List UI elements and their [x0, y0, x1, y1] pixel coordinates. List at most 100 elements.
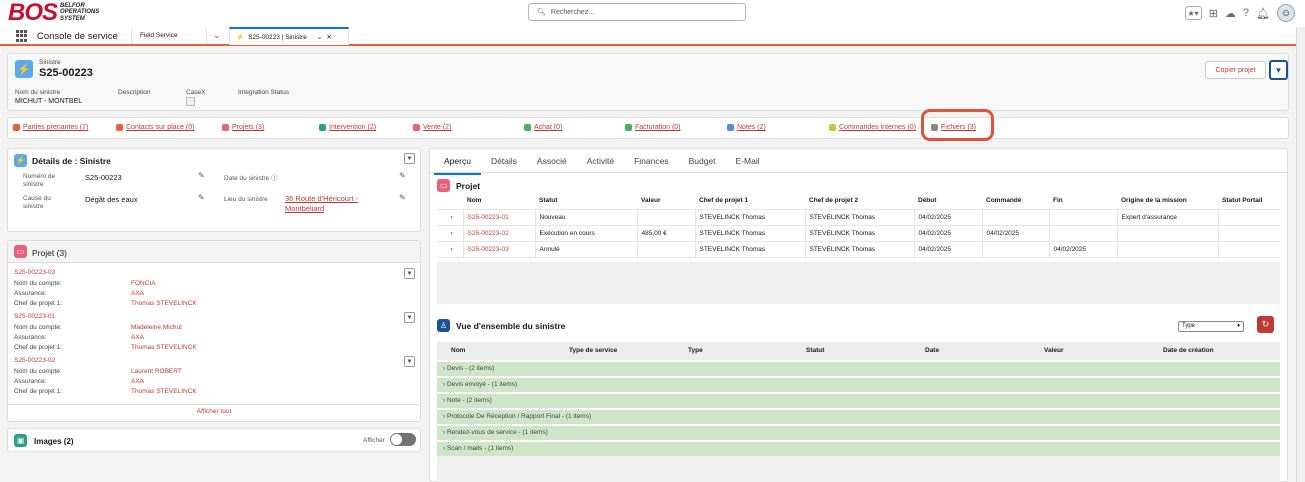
header-utilities: ★▾ ⊞ ☁ ? 🔔︎ ☺	[1184, 2, 1295, 24]
projets-card: ▭ Projet (3) S25-00223-03 Nom du compte:…	[7, 240, 421, 422]
toggle-label: Afficher	[363, 437, 385, 444]
card-title: Détails de : Sinistre	[32, 156, 111, 166]
help-icon[interactable]: ?	[1243, 7, 1249, 19]
expand-chevron-icon[interactable]: ›	[437, 224, 463, 241]
manager-link[interactable]: Thomas STEVELINCK	[131, 387, 197, 398]
related-link[interactable]: Intervention (2)	[319, 124, 376, 131]
insurer-link[interactable]: AXA	[131, 289, 144, 300]
edit-pencil-icon[interactable]: ✎	[198, 193, 205, 202]
table-row[interactable]: › S25-00223-03 Annulé STEVELINCK Thomas …	[437, 240, 1280, 258]
manager-link[interactable]: Thomas STEVELINCK	[131, 343, 197, 354]
type-select[interactable]: Type ♦	[1178, 321, 1244, 332]
column-header: Statut	[535, 193, 637, 209]
tab-sinistre-label: S25-00223 | Sinistre	[248, 33, 307, 41]
group-row[interactable]: › Rendez-vous de service - (1 items)	[437, 425, 1280, 440]
edit-pencil-icon[interactable]: ✎	[399, 171, 406, 180]
trailhead-icon[interactable]: ☁	[1225, 7, 1236, 20]
actions-dropdown-button[interactable]: ▼	[1269, 60, 1288, 80]
field-label: Nom du compte:	[14, 324, 62, 331]
related-link[interactable]: Projets (3)	[222, 124, 264, 131]
group-row[interactable]: › Scan / mails - (1 items)	[437, 441, 1280, 456]
related-link[interactable]: Commandes internes (0)	[829, 124, 916, 131]
lightning-icon: ⚡	[14, 154, 27, 167]
related-link[interactable]: Facturation (0)	[625, 124, 681, 131]
account-link[interactable]: Madeleine Michut	[131, 323, 182, 334]
project-link[interactable]: S25-00223-03	[462, 240, 535, 258]
edit-pencil-icon[interactable]: ✎	[198, 171, 205, 180]
edit-pencil-icon[interactable]: ✎	[399, 193, 406, 202]
related-link[interactable]: Vente (2)	[413, 124, 451, 131]
table-cell	[636, 208, 695, 225]
chevron-down-icon[interactable]: ▼	[404, 356, 415, 367]
manager-link[interactable]: Thomas STEVELINCK	[131, 299, 197, 310]
column-header: Date de création	[1163, 347, 1214, 354]
card-header	[8, 241, 420, 263]
close-icon[interactable]: ✕	[326, 33, 331, 41]
table-cell	[1116, 224, 1218, 241]
expand-chevron-icon[interactable]: ›	[437, 240, 463, 258]
chevron-down-icon[interactable]: ▼	[404, 268, 415, 279]
group-row[interactable]: › Devis - (2 items)	[437, 361, 1280, 376]
table-cell: Exécution en cours	[534, 224, 637, 241]
related-link[interactable]: Achat (0)	[524, 124, 562, 131]
global-search[interactable]: 🔍︎ Recherchez...	[528, 3, 746, 21]
group-row[interactable]: › Note - (2 items)	[437, 393, 1280, 408]
details-card: ⚡ Détails de : Sinistre ▼ Numéro de sini…	[7, 148, 421, 232]
column-header: Origine de la mission	[1117, 193, 1218, 209]
column-header: Commandé	[982, 193, 1049, 209]
project-link[interactable]: S25-00223-01	[462, 208, 535, 225]
field-label: Cause du sinistre	[23, 195, 51, 210]
billing-icon	[625, 124, 632, 131]
user-avatar[interactable]: ☺	[1277, 4, 1295, 22]
chevron-down-icon[interactable]: ⌄	[317, 33, 322, 41]
table-row[interactable]: › S25-00223-01 Nouveau STEVELINCK Thomas…	[437, 208, 1280, 225]
search-icon: 🔍︎	[537, 9, 546, 16]
tab-field-service[interactable]: Field Service	[131, 29, 207, 44]
project-link[interactable]: S25-00223-02	[14, 356, 55, 367]
logo[interactable]: BOS BELFOR OPERATIONS SYSTEM	[8, 0, 99, 26]
related-link[interactable]: Contacts sur place (0)	[116, 124, 194, 131]
record-header: ⚡ Sinistre S25-00223 Copier projet ▼ Nom…	[7, 53, 1289, 111]
chevron-down-icon[interactable]: ⌄	[213, 30, 221, 41]
table-cell: 04/02/2025	[913, 240, 982, 258]
project-icon	[222, 124, 229, 131]
scrollbar[interactable]	[1296, 27, 1305, 482]
global-actions-icon[interactable]: ⊞	[1209, 7, 1218, 20]
insurer-link[interactable]: AXA	[131, 333, 144, 344]
show-images-toggle[interactable]	[390, 433, 416, 446]
copy-project-button[interactable]: Copier projet	[1205, 61, 1266, 79]
field-label: Assurance:	[14, 378, 47, 385]
field-label: Nom du compte:	[14, 368, 62, 375]
table-row[interactable]: › S25-00223-02 Exécution en cours 485,00…	[437, 224, 1280, 241]
project-link[interactable]: S25-00223-01	[14, 312, 55, 323]
project-link[interactable]: S25-00223-02	[462, 224, 535, 241]
tab-sinistre[interactable]: ⚡ S25-00223 | Sinistre ⌄ ✕	[229, 27, 349, 45]
expand-chevron-icon[interactable]: ›	[437, 208, 463, 225]
notifications-bell-icon[interactable]: 🔔︎	[1256, 7, 1270, 20]
related-link[interactable]: Notes (2)	[727, 124, 766, 131]
chevron-down-icon[interactable]: ▼	[404, 312, 415, 323]
insurer-link[interactable]: AXA	[131, 377, 144, 388]
object-label: Sinistre	[39, 59, 61, 66]
project-link[interactable]: S25-00223-03	[14, 268, 55, 279]
account-link[interactable]: FONCIA	[131, 279, 156, 290]
table-cell	[1217, 208, 1280, 225]
group-row[interactable]: › Protocole De Réception / Rapport Final…	[437, 409, 1280, 424]
table-cell	[636, 240, 695, 258]
table-cell	[1217, 240, 1280, 258]
field-label: Chef de projet 1:	[14, 344, 63, 351]
account-link[interactable]: Laurent ROBERT	[131, 367, 182, 378]
overview-icon: ♙	[437, 319, 450, 332]
chevron-down-icon[interactable]: ▼	[404, 153, 415, 164]
show-all-link[interactable]: Afficher tout	[8, 407, 420, 418]
related-link[interactable]: Parties prenantes (7)	[13, 124, 88, 131]
group-row[interactable]: › Devis envoyé - (1 items)	[437, 377, 1280, 392]
info-icon[interactable]: ⓘ	[271, 175, 278, 182]
related-links-bar: Parties prenantes (7) Contacts sur place…	[7, 117, 1289, 139]
search-input[interactable]: Recherchez...	[551, 9, 594, 16]
favorites-star-icon[interactable]: ★▾	[1184, 6, 1202, 20]
app-launcher-icon[interactable]	[16, 30, 28, 42]
address-link[interactable]: 36 Route d'Héricourt - Montbéliard	[285, 194, 385, 213]
refresh-button[interactable]: ↻	[1257, 316, 1274, 333]
field-label: Lieu du sinistre	[224, 196, 268, 203]
